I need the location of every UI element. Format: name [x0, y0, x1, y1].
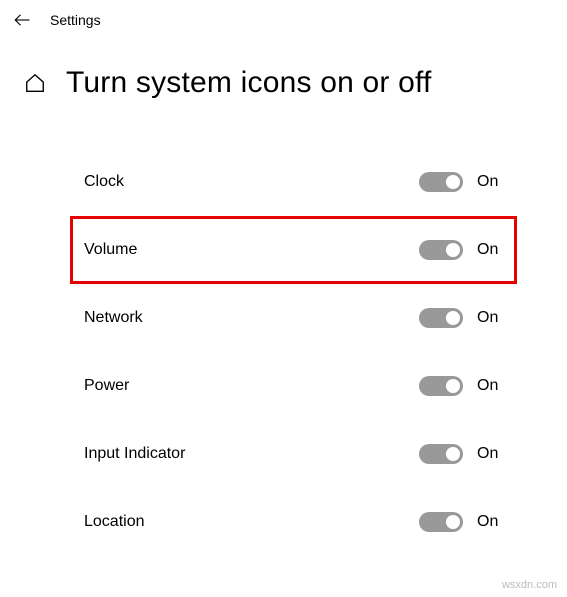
settings-list: Clock On Volume On Network On Power On I…	[0, 108, 567, 556]
back-button[interactable]	[12, 10, 32, 30]
toggle-power[interactable]	[419, 376, 463, 396]
setting-row-power: Power On	[70, 352, 517, 420]
setting-label: Location	[84, 513, 145, 531]
toggle-location[interactable]	[419, 512, 463, 532]
toggle-input-indicator[interactable]	[419, 444, 463, 464]
toggle-network[interactable]	[419, 308, 463, 328]
setting-label: Network	[84, 309, 143, 327]
toggle-group: On	[419, 444, 507, 464]
toggle-group: On	[419, 512, 507, 532]
header-bar: Settings	[0, 0, 567, 38]
toggle-volume[interactable]	[419, 240, 463, 260]
toggle-clock[interactable]	[419, 172, 463, 192]
toggle-group: On	[419, 172, 507, 192]
toggle-group: On	[419, 308, 507, 328]
home-button[interactable]	[24, 72, 46, 94]
toggle-state-label: On	[477, 445, 507, 463]
setting-label: Volume	[84, 241, 137, 259]
toggle-state-label: On	[477, 513, 507, 531]
page-title: Turn system icons on or off	[66, 66, 432, 100]
setting-label: Clock	[84, 173, 124, 191]
setting-row-volume: Volume On	[70, 216, 517, 284]
setting-row-input-indicator: Input Indicator On	[70, 420, 517, 488]
setting-label: Input Indicator	[84, 445, 185, 463]
toggle-state-label: On	[477, 241, 507, 259]
app-title: Settings	[50, 12, 101, 28]
toggle-state-label: On	[477, 309, 507, 327]
setting-row-location: Location On	[70, 488, 517, 556]
setting-row-network: Network On	[70, 284, 517, 352]
setting-row-clock: Clock On	[70, 148, 517, 216]
setting-label: Power	[84, 377, 129, 395]
arrow-left-icon	[13, 11, 31, 29]
home-icon	[24, 72, 46, 94]
toggle-group: On	[419, 376, 507, 396]
toggle-state-label: On	[477, 377, 507, 395]
watermark: wsxdn.com	[502, 579, 557, 591]
toggle-group: On	[419, 240, 507, 260]
toggle-state-label: On	[477, 173, 507, 191]
page-header: Turn system icons on or off	[0, 38, 567, 108]
